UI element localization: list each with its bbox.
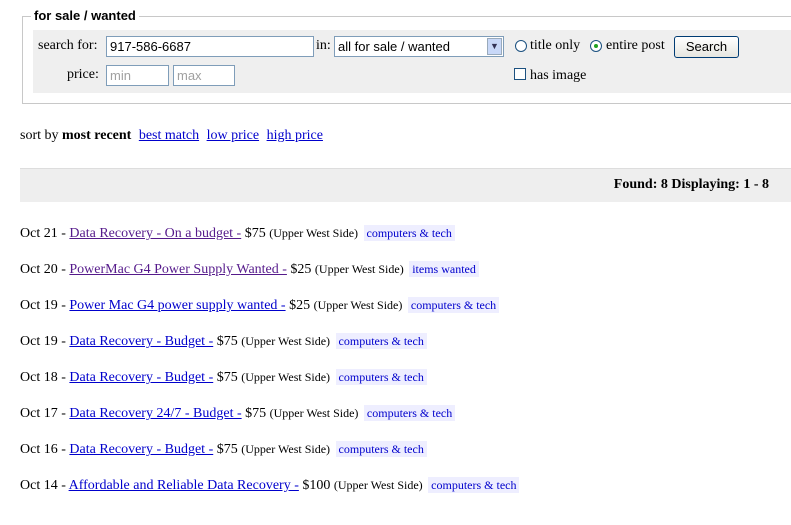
listing-category[interactable]: items wanted bbox=[409, 261, 479, 277]
listing-row: Oct 20 - PowerMac G4 Power Supply Wanted… bbox=[20, 261, 479, 278]
chevron-down-icon[interactable]: ▼ bbox=[487, 38, 502, 55]
listing-title-link[interactable]: PowerMac G4 Power Supply Wanted - bbox=[69, 262, 287, 277]
listing-location: (Upper West Side) bbox=[269, 406, 359, 420]
search-button[interactable]: Search bbox=[674, 36, 739, 58]
listing-price: $75 bbox=[245, 406, 267, 421]
listing-title-link[interactable]: Data Recovery - Budget - bbox=[69, 442, 213, 457]
search-legend: for sale / wanted bbox=[31, 8, 139, 23]
listing-row: Oct 21 - Data Recovery - On a budget - $… bbox=[20, 225, 455, 242]
search-input[interactable] bbox=[106, 36, 314, 57]
listing-date: Oct 19 bbox=[20, 298, 58, 313]
listing-date: Oct 21 bbox=[20, 226, 58, 241]
has-image-checkbox[interactable] bbox=[514, 68, 526, 80]
listing-category[interactable]: computers & tech bbox=[335, 369, 427, 385]
listing-title-link[interactable]: Power Mac G4 power supply wanted - bbox=[69, 298, 285, 313]
category-select[interactable]: all for sale / wanted ▼ bbox=[334, 36, 504, 57]
sort-bar: sort by most recent best match low price… bbox=[20, 128, 323, 144]
listing-date: Oct 19 bbox=[20, 334, 58, 349]
category-select-value: all for sale / wanted bbox=[338, 39, 451, 54]
min-price-input[interactable] bbox=[106, 65, 169, 86]
listing-category[interactable]: computers & tech bbox=[335, 333, 427, 349]
results-bar: Found: 8 Displaying: 1 - 8 bbox=[20, 168, 791, 202]
listing-location: (Upper West Side) bbox=[241, 370, 331, 384]
listing-price: $25 bbox=[290, 262, 312, 277]
listing-category[interactable]: computers & tech bbox=[428, 477, 520, 493]
sort-prefix: sort by bbox=[20, 128, 59, 143]
listing-location: (Upper West Side) bbox=[314, 262, 404, 276]
listing-price: $75 bbox=[216, 370, 238, 385]
listing-category[interactable]: computers & tech bbox=[407, 297, 500, 313]
listing-date: Oct 20 bbox=[20, 262, 58, 277]
listing-location: (Upper West Side) bbox=[241, 442, 331, 456]
listing-row: Oct 17 - Data Recovery 24/7 - Budget - $… bbox=[20, 405, 456, 422]
listing-price: $75 bbox=[216, 442, 238, 457]
listing-date: Oct 14 bbox=[20, 478, 58, 493]
listing-title-link[interactable]: Data Recovery - Budget - bbox=[69, 334, 213, 349]
listing-price: $100 bbox=[302, 478, 331, 493]
sort-best-match-link[interactable]: best match bbox=[139, 128, 199, 143]
listing-location: (Upper West Side) bbox=[241, 334, 331, 348]
in-label: in: bbox=[316, 38, 331, 53]
title-only-label[interactable]: title only bbox=[530, 38, 580, 54]
title-only-radio[interactable] bbox=[515, 40, 527, 52]
sort-high-price-link[interactable]: high price bbox=[267, 128, 323, 143]
listing-location: (Upper West Side) bbox=[269, 226, 359, 240]
listing-title-link[interactable]: Data Recovery 24/7 - Budget - bbox=[69, 406, 241, 421]
listing-title-link[interactable]: Affordable and Reliable Data Recovery - bbox=[69, 478, 299, 493]
listing-row: Oct 16 - Data Recovery - Budget - $75 (U… bbox=[20, 441, 427, 458]
listing-date: Oct 16 bbox=[20, 442, 58, 457]
listing-category[interactable]: computers & tech bbox=[363, 225, 455, 241]
listing-date: Oct 17 bbox=[20, 406, 58, 421]
listing-price: $25 bbox=[289, 298, 311, 313]
listing-category[interactable]: computers & tech bbox=[363, 405, 456, 421]
listing-row: Oct 14 - Affordable and Reliable Data Re… bbox=[20, 477, 520, 494]
listing-location: (Upper West Side) bbox=[313, 298, 403, 312]
sort-current: most recent bbox=[62, 128, 132, 143]
listing-price: $75 bbox=[216, 334, 238, 349]
entire-post-radio[interactable] bbox=[590, 40, 602, 52]
listing-date: Oct 18 bbox=[20, 370, 58, 385]
listing-category[interactable]: computers & tech bbox=[335, 441, 427, 457]
listing-title-link[interactable]: Data Recovery - Budget - bbox=[69, 370, 213, 385]
listing-row: Oct 18 - Data Recovery - Budget - $75 (U… bbox=[20, 369, 427, 386]
results-count: Found: 8 Displaying: 1 - 8 bbox=[613, 177, 769, 192]
price-label: price: bbox=[67, 67, 99, 82]
search-for-label: search for: bbox=[38, 38, 98, 53]
listing-location: (Upper West Side) bbox=[333, 478, 423, 492]
max-price-input[interactable] bbox=[173, 65, 235, 86]
entire-post-label[interactable]: entire post bbox=[606, 38, 665, 54]
listing-row: Oct 19 - Power Mac G4 power supply wante… bbox=[20, 297, 500, 314]
has-image-label[interactable]: has image bbox=[530, 68, 586, 84]
sort-low-price-link[interactable]: low price bbox=[207, 128, 259, 143]
listing-title-link[interactable]: Data Recovery - On a budget - bbox=[69, 226, 241, 241]
listing-row: Oct 19 - Data Recovery - Budget - $75 (U… bbox=[20, 333, 427, 350]
listing-price: $75 bbox=[244, 226, 266, 241]
